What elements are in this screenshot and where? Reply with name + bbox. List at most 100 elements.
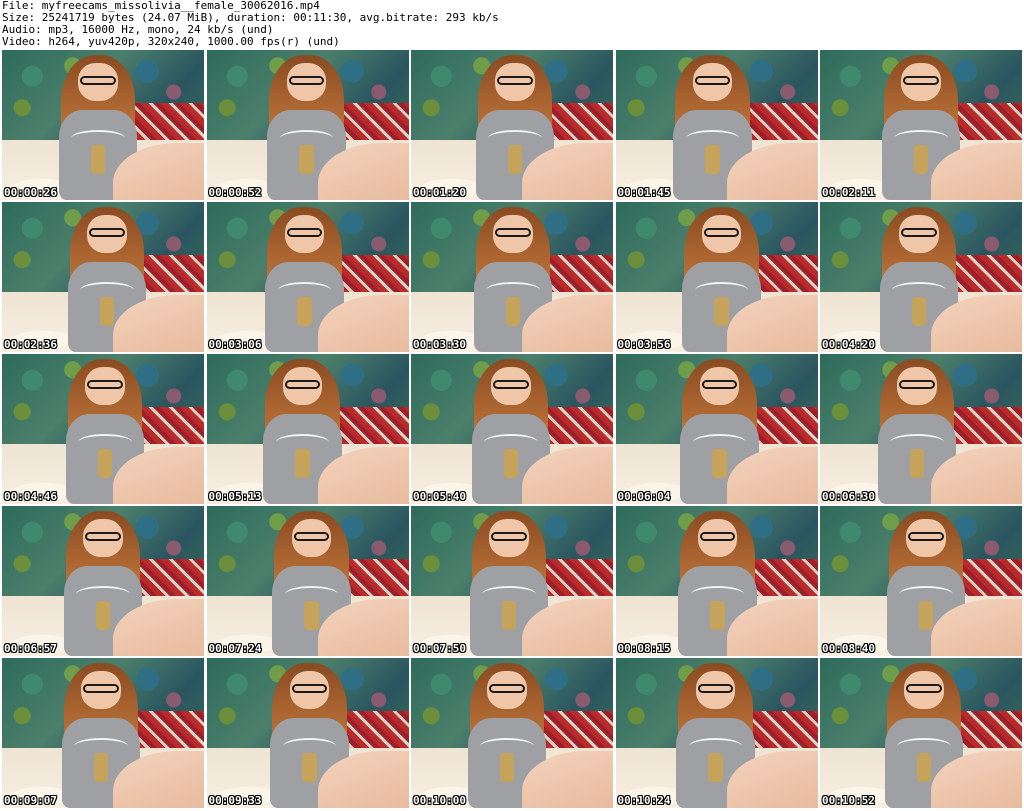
video-frame-thumbnail[interactable]: 00:05:40 bbox=[411, 354, 613, 504]
shirt-anchor-graphic bbox=[507, 144, 523, 174]
glasses bbox=[899, 380, 935, 390]
frame-image bbox=[820, 50, 1022, 200]
frame-image bbox=[411, 506, 613, 656]
shirt-anchor-graphic bbox=[503, 448, 519, 478]
video-frame-thumbnail[interactable]: 00:09:33 bbox=[206, 658, 409, 808]
video-frame-thumbnail[interactable]: 00:08:40 bbox=[820, 506, 1022, 656]
shirt-anchor-graphic bbox=[93, 752, 109, 782]
frame-image bbox=[820, 202, 1022, 352]
frame-image bbox=[2, 50, 204, 200]
video-frame-thumbnail[interactable]: 00:10:24 bbox=[615, 658, 818, 808]
glasses bbox=[699, 532, 736, 542]
frame-timestamp: 00:07:50 bbox=[413, 642, 466, 655]
frame-timestamp: 00:09:33 bbox=[208, 794, 262, 807]
video-frame-thumbnail[interactable]: 00:00:52 bbox=[206, 50, 409, 200]
frame-timestamp: 00:03:06 bbox=[208, 338, 262, 351]
frame-image bbox=[615, 658, 818, 808]
video-frame-thumbnail[interactable]: 00:00:26 bbox=[2, 50, 204, 200]
frame-image bbox=[615, 202, 818, 352]
shirt-anchor-graphic bbox=[714, 296, 729, 326]
shirt-anchor-graphic bbox=[712, 448, 727, 478]
video-frame-thumbnail[interactable]: 00:04:20 bbox=[820, 202, 1022, 352]
frame-image bbox=[2, 506, 204, 656]
video-frame-thumbnail[interactable]: 00:02:11 bbox=[820, 50, 1022, 200]
shirt-anchor-graphic bbox=[499, 752, 515, 782]
video-frame-thumbnail[interactable]: 00:02:36 bbox=[2, 202, 204, 352]
video-frame-thumbnail[interactable]: 00:03:06 bbox=[206, 202, 409, 352]
video-info-line: Video: h264, yuv420p, 320x240, 1000.00 f… bbox=[2, 35, 340, 48]
video-frame-thumbnail[interactable]: 00:06:04 bbox=[615, 354, 818, 504]
shirt-anchor-graphic bbox=[918, 600, 934, 630]
video-frame-thumbnail[interactable]: 00:07:24 bbox=[206, 506, 409, 656]
video-frame-thumbnail[interactable]: 00:09:07 bbox=[2, 658, 204, 808]
file-info-header: File: myfreecams_missolivia__female_3006… bbox=[2, 0, 1020, 48]
glasses bbox=[701, 380, 738, 390]
frame-image bbox=[820, 506, 1022, 656]
glasses bbox=[293, 532, 330, 542]
frame-timestamp: 00:04:20 bbox=[822, 338, 875, 351]
video-frame-thumbnail[interactable]: 00:10:52 bbox=[820, 658, 1022, 808]
shirt-anchor-graphic bbox=[302, 752, 317, 782]
thumbnail-grid: 00:00:26 00:00:52 00:01:20 00:01:45 00:02:11… bbox=[2, 50, 1022, 809]
glasses bbox=[288, 76, 325, 86]
frame-image bbox=[615, 354, 818, 504]
frame-image bbox=[411, 50, 613, 200]
frame-timestamp: 00:03:30 bbox=[413, 338, 466, 351]
glasses bbox=[491, 532, 527, 542]
glasses bbox=[85, 532, 121, 542]
frame-image bbox=[411, 202, 613, 352]
frame-image bbox=[2, 354, 204, 504]
shirt-anchor-graphic bbox=[299, 144, 314, 174]
frame-timestamp: 00:10:24 bbox=[617, 794, 671, 807]
frame-timestamp: 00:09:07 bbox=[4, 794, 57, 807]
frame-timestamp: 00:10:00 bbox=[413, 794, 466, 807]
frame-timestamp: 00:03:56 bbox=[617, 338, 671, 351]
video-frame-thumbnail[interactable]: 00:01:20 bbox=[411, 50, 613, 200]
frame-timestamp: 00:00:52 bbox=[208, 186, 262, 199]
glasses bbox=[87, 380, 123, 390]
video-frame-thumbnail[interactable]: 00:06:57 bbox=[2, 506, 204, 656]
glasses bbox=[284, 380, 321, 390]
frame-image bbox=[206, 506, 409, 656]
frame-timestamp: 00:10:52 bbox=[822, 794, 875, 807]
video-frame-thumbnail[interactable]: 00:03:30 bbox=[411, 202, 613, 352]
video-frame-thumbnail[interactable]: 00:05:13 bbox=[206, 354, 409, 504]
glasses bbox=[906, 684, 942, 694]
glasses bbox=[80, 76, 116, 86]
shirt-anchor-graphic bbox=[911, 296, 927, 326]
glasses bbox=[703, 228, 740, 238]
shirt-anchor-graphic bbox=[297, 296, 312, 326]
glasses bbox=[493, 380, 529, 390]
video-frame-thumbnail[interactable]: 00:03:56 bbox=[615, 202, 818, 352]
shirt-anchor-graphic bbox=[304, 600, 319, 630]
video-frame-thumbnail[interactable]: 00:01:45 bbox=[615, 50, 818, 200]
glasses bbox=[694, 76, 731, 86]
shirt-anchor-graphic bbox=[909, 448, 925, 478]
frame-image bbox=[411, 658, 613, 808]
frame-image bbox=[820, 354, 1022, 504]
glasses bbox=[495, 228, 531, 238]
video-frame-thumbnail[interactable]: 00:08:15 bbox=[615, 506, 818, 656]
glasses bbox=[903, 76, 939, 86]
shirt-anchor-graphic bbox=[705, 144, 720, 174]
frame-image bbox=[820, 658, 1022, 808]
frame-timestamp: 00:07:24 bbox=[208, 642, 262, 655]
glasses bbox=[489, 684, 525, 694]
video-frame-thumbnail[interactable]: 00:04:46 bbox=[2, 354, 204, 504]
video-frame-thumbnail[interactable]: 00:07:50 bbox=[411, 506, 613, 656]
video-frame-thumbnail[interactable]: 00:10:00 bbox=[411, 658, 613, 808]
frame-image bbox=[206, 50, 409, 200]
frame-timestamp: 00:04:46 bbox=[4, 490, 57, 503]
video-frame-thumbnail[interactable]: 00:06:30 bbox=[820, 354, 1022, 504]
frame-image bbox=[206, 202, 409, 352]
shirt-anchor-graphic bbox=[710, 600, 725, 630]
glasses bbox=[497, 76, 533, 86]
frame-timestamp: 00:06:57 bbox=[4, 642, 57, 655]
frame-image bbox=[206, 658, 409, 808]
frame-timestamp: 00:01:45 bbox=[617, 186, 671, 199]
shirt-anchor-graphic bbox=[501, 600, 517, 630]
shirt-anchor-graphic bbox=[295, 448, 310, 478]
glasses bbox=[697, 684, 734, 694]
glasses bbox=[83, 684, 119, 694]
shirt-anchor-graphic bbox=[505, 296, 521, 326]
